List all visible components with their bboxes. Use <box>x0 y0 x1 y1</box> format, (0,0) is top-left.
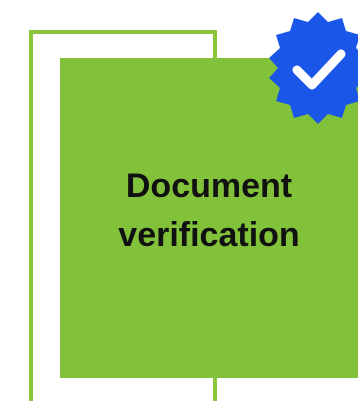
card-title-line-1: Document <box>125 167 293 205</box>
document-verification-graphic: Document verification <box>0 0 358 401</box>
verified-check-icon <box>269 12 358 124</box>
verified-badge <box>268 6 358 124</box>
card-title: Document verification <box>60 162 358 260</box>
card-title-line-2: verification <box>118 216 300 254</box>
